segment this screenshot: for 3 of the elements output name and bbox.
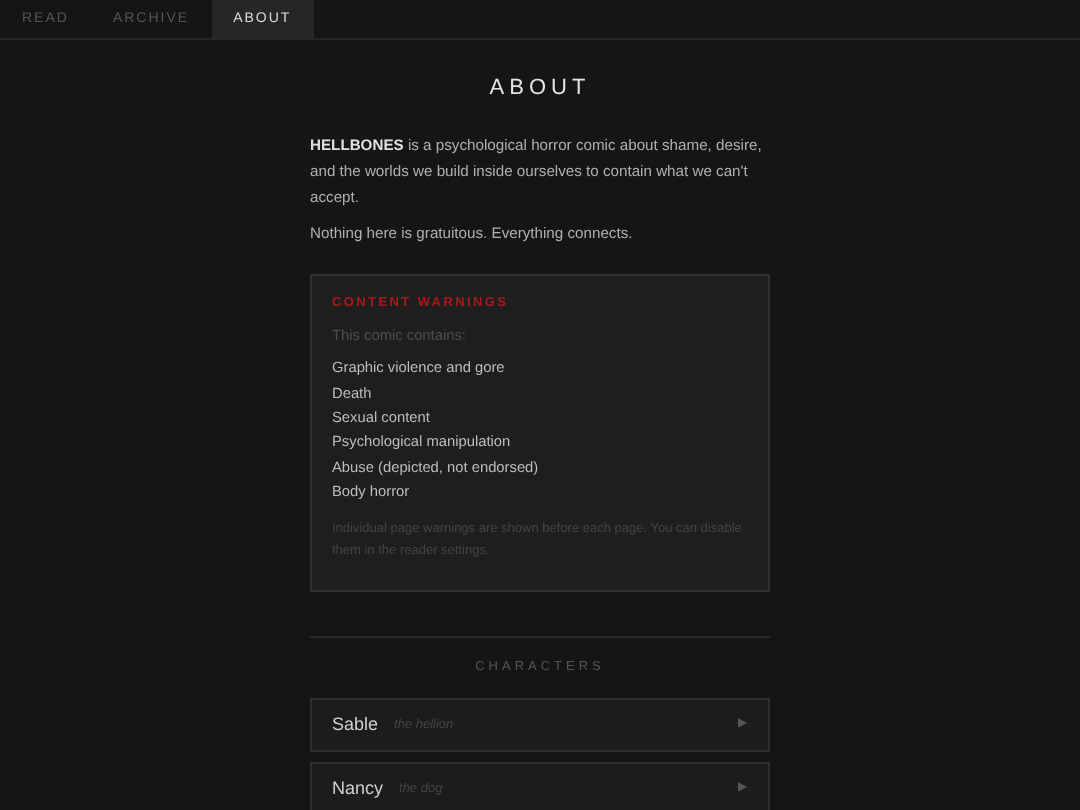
- page-title: ABOUT: [487, 74, 593, 104]
- character-name: Nancy: [332, 775, 384, 802]
- character-name: Sable: [332, 711, 379, 738]
